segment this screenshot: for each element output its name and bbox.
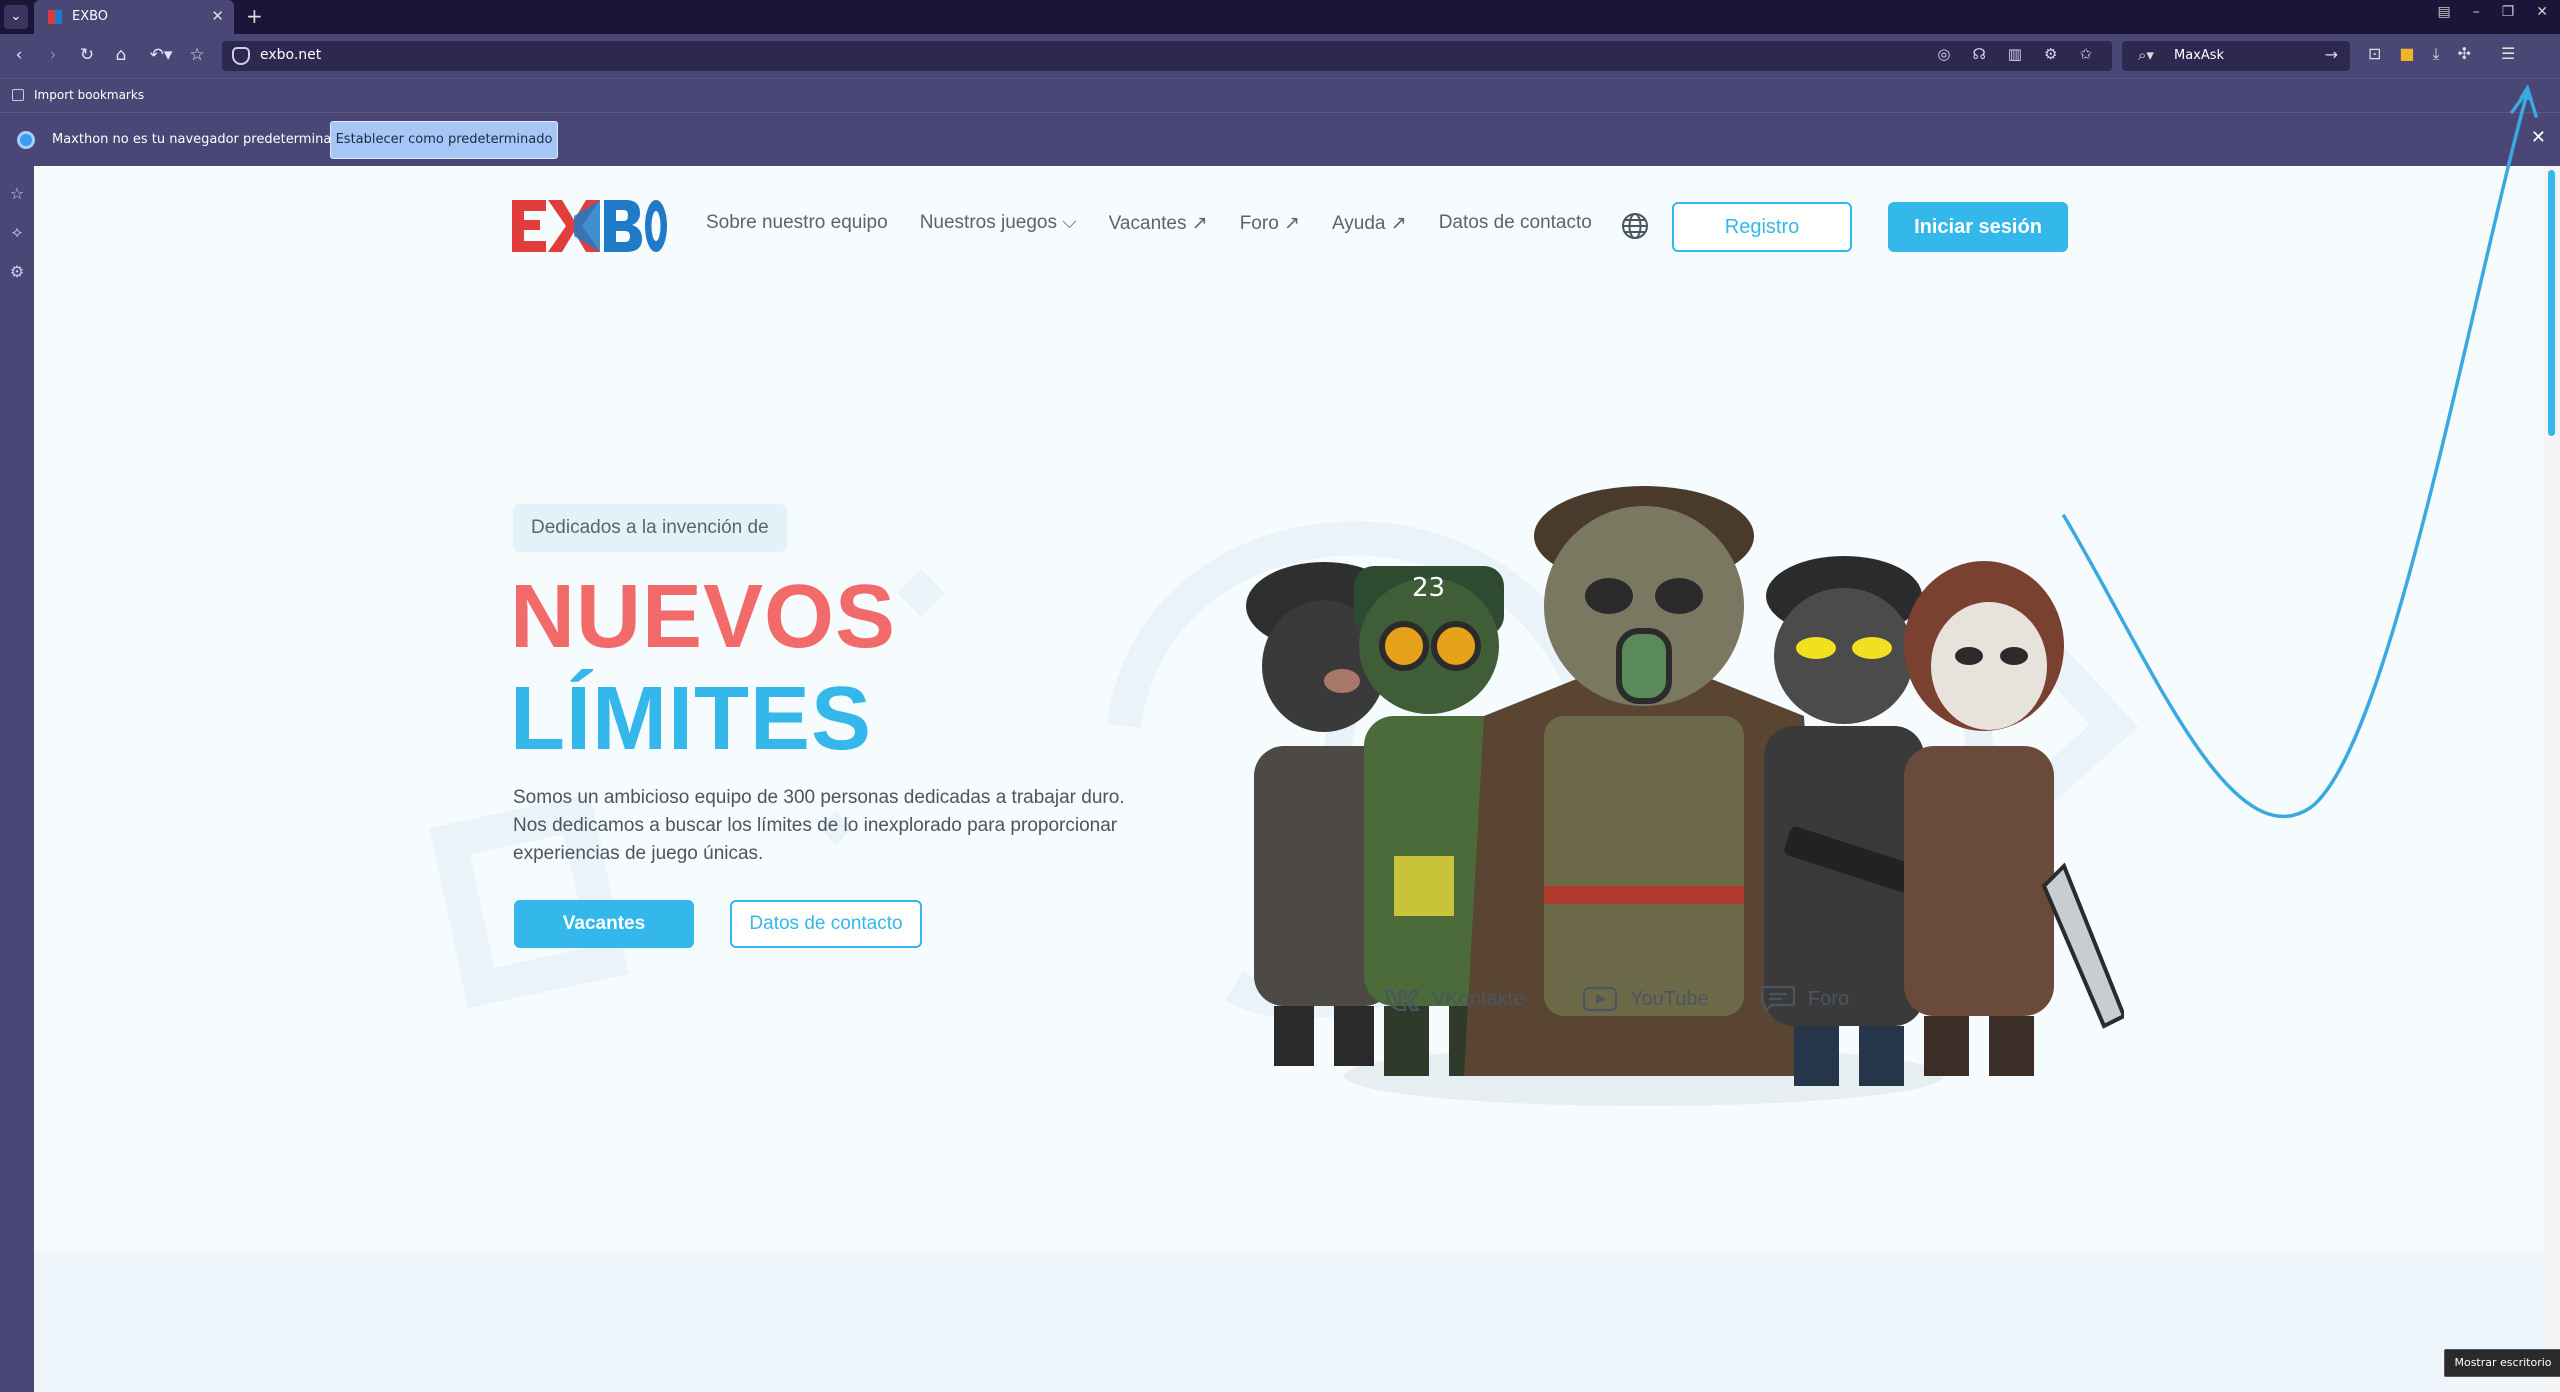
next-section: [34, 1251, 2544, 1392]
search-box[interactable]: ⌕▾ MaxAsk →: [2122, 41, 2350, 71]
sidebar-apps-icon[interactable]: ⟡: [7, 222, 27, 242]
restore-icon[interactable]: ❐: [2502, 4, 2515, 20]
reload-icon[interactable]: ↻: [76, 44, 98, 66]
address-text[interactable]: exbo.net: [260, 47, 321, 63]
social-vkontakte[interactable]: VKontakte: [1384, 984, 1524, 1014]
add-favorite-icon[interactable]: ✩: [2079, 45, 2092, 63]
exbo-logo[interactable]: [512, 198, 668, 254]
import-bookmarks-link[interactable]: Import bookmarks: [34, 88, 144, 102]
tab-title: EXBO: [72, 9, 109, 24]
sidebar-settings-icon[interactable]: ⚙: [7, 262, 27, 282]
screenshot-icon[interactable]: ⊡: [2368, 44, 2381, 64]
character-5: [1904, 561, 2124, 1076]
main-menu-icon[interactable]: ☰: [2501, 44, 2515, 64]
sidebar-toggle-icon[interactable]: ▤: [2437, 4, 2450, 20]
tab-list-button[interactable]: ⌄: [4, 5, 28, 29]
forum-chat-icon: [1760, 985, 1796, 1013]
site-navigation: Sobre nuestro equipo Nuestros juegos ⌵ V…: [706, 212, 1624, 235]
register-button[interactable]: Registro: [1672, 202, 1852, 252]
reader-mode-icon[interactable]: ▥: [2008, 45, 2022, 63]
nav-vacancies[interactable]: Vacantes ↗: [1109, 212, 1208, 235]
nav-our-games[interactable]: Nuestros juegos ⌵: [920, 212, 1077, 235]
privacy-eye-icon[interactable]: ◎: [1937, 45, 1950, 63]
youtube-icon: [1582, 986, 1618, 1012]
hero-tagline: Dedicados a la invención de: [513, 504, 787, 552]
social-youtube[interactable]: YouTube: [1582, 984, 1709, 1014]
search-engine-label: MaxAsk: [2174, 48, 2225, 63]
address-bar[interactable]: exbo.net ◎ ☊ ▥ ⚙ ✩: [222, 41, 2112, 71]
undo-close-icon[interactable]: ↶▾: [144, 44, 178, 66]
import-icon: [12, 89, 24, 101]
page-scrollbar[interactable]: [2544, 166, 2560, 1392]
close-window-icon[interactable]: ✕: [2536, 4, 2548, 20]
show-desktop-tooltip: Mostrar escritorio: [2444, 1349, 2560, 1377]
search-go-icon[interactable]: →: [2325, 45, 2338, 64]
set-default-button[interactable]: Establecer como predeterminado: [330, 121, 558, 159]
login-button[interactable]: Iniciar sesión: [1888, 202, 2068, 252]
maxthon-logo-icon: [17, 131, 35, 149]
tab-bar: ⌄ EXBO ✕ + ▤ – ❐ ✕: [0, 0, 2560, 34]
download-icon[interactable]: ⤓: [2433, 44, 2440, 64]
infobar-close-icon[interactable]: ✕: [2531, 127, 2546, 148]
hero-title-line1: NUEVOS: [510, 567, 897, 667]
nav-help[interactable]: Ayuda ↗: [1332, 212, 1407, 235]
social-forum[interactable]: Foro: [1760, 984, 1849, 1014]
page-viewport: Sobre nuestro equipo Nuestros juegos ⌵ V…: [34, 166, 2544, 1392]
window-controls: ▤ – ❐ ✕: [2437, 4, 2548, 20]
sidebar-favorites-icon[interactable]: ☆: [7, 184, 27, 204]
back-icon[interactable]: ‹: [8, 44, 30, 66]
adblock-icon[interactable]: ⚙: [2044, 45, 2057, 63]
hero-description: Somos un ambicioso equipo de 300 persona…: [513, 787, 1125, 864]
toolbar-right-icons: ⊡ ■ ⤓ ✣ ☰: [2368, 44, 2515, 64]
default-browser-infobar: Maxthon no es tu navegador predeterminad…: [0, 112, 2560, 166]
forum-label[interactable]: Foro: [1808, 988, 1849, 1011]
hero-title-line2: LÍMITES: [510, 669, 872, 769]
exbo-favicon-icon: [48, 10, 62, 24]
youtube-label[interactable]: YouTube: [1630, 988, 1709, 1011]
vk-label[interactable]: VKontakte: [1432, 988, 1524, 1011]
address-bar-icons: ◎ ☊ ▥ ⚙ ✩: [1937, 45, 2092, 63]
tab-close-icon[interactable]: ✕: [211, 7, 224, 25]
extensions-icon[interactable]: ✣: [2458, 44, 2471, 64]
home-icon[interactable]: ⌂: [110, 44, 132, 66]
browser-tab[interactable]: EXBO ✕: [34, 0, 234, 34]
language-globe-icon[interactable]: [1621, 212, 1649, 240]
notes-icon[interactable]: ■: [2399, 44, 2414, 64]
search-icon[interactable]: ⌕▾: [2138, 46, 2154, 64]
site-security-icon[interactable]: [232, 47, 250, 65]
favorite-star-icon[interactable]: ☆: [186, 44, 208, 66]
browser-sidebar: ☆ ⟡ ⚙: [0, 166, 34, 1392]
new-tab-button[interactable]: +: [246, 4, 263, 28]
nav-contact[interactable]: Datos de contacto: [1439, 212, 1592, 235]
minimize-icon[interactable]: –: [2473, 4, 2480, 20]
nav-about-team[interactable]: Sobre nuestro equipo: [706, 212, 888, 235]
infobar-message: Maxthon no es tu navegador predeterminad…: [52, 132, 348, 147]
vacancies-button[interactable]: Vacantes: [514, 900, 694, 948]
forward-icon[interactable]: ›: [42, 44, 64, 66]
scrollbar-thumb[interactable]: [2548, 170, 2555, 436]
browser-toolbar: ‹ › ↻ ⌂ ↶▾ ☆ exbo.net ◎ ☊ ▥ ⚙ ✩ ⌕▾ MaxAs…: [0, 34, 2560, 78]
contact-button[interactable]: Datos de contacto: [730, 900, 922, 948]
read-aloud-icon[interactable]: ☊: [1972, 45, 1985, 63]
bookmarks-bar: Import bookmarks: [0, 78, 2560, 112]
helmet-number: 23: [1412, 573, 1445, 603]
vk-icon: [1384, 989, 1420, 1012]
nav-forum[interactable]: Foro ↗: [1240, 212, 1300, 235]
characters-illustration: 23: [1246, 486, 2124, 1106]
